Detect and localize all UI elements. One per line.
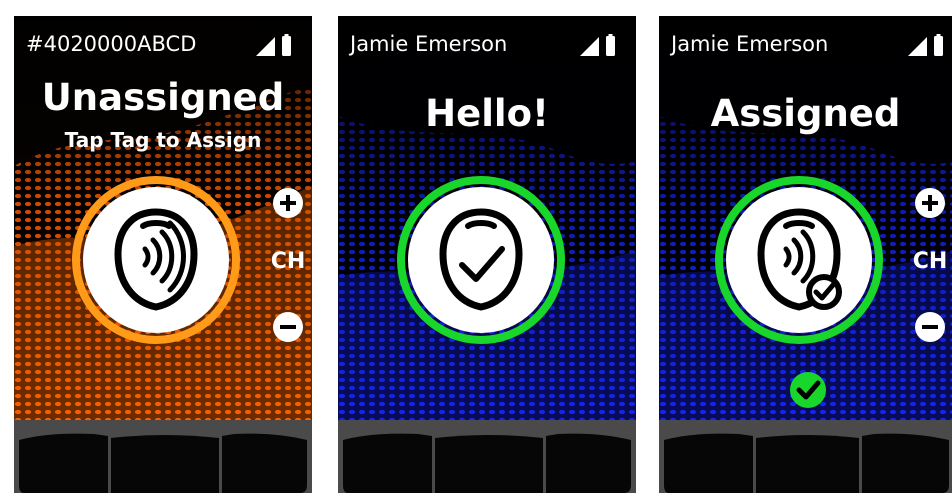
- softkey-right[interactable]: [862, 433, 949, 493]
- check-circle-icon: [790, 372, 826, 408]
- signal-battery-icon: [256, 34, 291, 56]
- channel-down-icon[interactable]: [273, 312, 303, 342]
- softkey-left[interactable]: [19, 433, 108, 493]
- status-headline: Unassigned: [41, 76, 285, 119]
- softkey-left[interactable]: [343, 433, 432, 493]
- status-headline: Assigned: [710, 92, 901, 135]
- greeting-headline: Hello!: [425, 92, 549, 135]
- assign-instruction: Tap Tag to Assign: [64, 128, 262, 152]
- softkey-center[interactable]: [756, 435, 859, 493]
- channel-control: CH: [268, 186, 308, 344]
- channel-label: CH: [270, 249, 306, 274]
- softkey-center[interactable]: [435, 435, 543, 493]
- signal-battery-icon: [908, 34, 943, 56]
- softkey-center[interactable]: [111, 435, 219, 493]
- nfc-tag-icon: [114, 208, 198, 311]
- tag-button[interactable]: [83, 187, 229, 333]
- channel-down-icon[interactable]: [915, 312, 945, 342]
- softkey-bar: [659, 420, 952, 493]
- device-screen-unassigned: #4020000ABCD Unassigned Tap Tag to Assig…: [14, 16, 312, 493]
- channel-control: CH: [910, 186, 950, 344]
- nfc-tag-assigned-icon: [757, 208, 842, 311]
- channel-label: CH: [912, 249, 948, 274]
- tag-check-icon: [439, 208, 523, 311]
- channel-up-icon[interactable]: [915, 188, 945, 218]
- user-name-title: Jamie Emerson: [350, 32, 508, 56]
- device-screen-assigned: Jamie Emerson Assigned CH: [659, 16, 952, 493]
- softkey-bar: [338, 420, 636, 493]
- softkey-right[interactable]: [222, 433, 307, 493]
- channel-up-icon[interactable]: [273, 188, 303, 218]
- softkey-left[interactable]: [664, 433, 753, 493]
- tag-button[interactable]: [726, 187, 872, 333]
- device-screen-hello: Jamie Emerson Hello!: [338, 16, 636, 493]
- softkey-right[interactable]: [546, 433, 631, 493]
- signal-battery-icon: [580, 34, 615, 56]
- user-name-title: Jamie Emerson: [671, 32, 829, 56]
- tag-button[interactable]: [408, 187, 554, 333]
- softkey-bar: [14, 420, 312, 493]
- device-screens-stage: #4020000ABCD Unassigned Tap Tag to Assig…: [0, 0, 952, 493]
- device-id-title: #4020000ABCD: [26, 32, 197, 56]
